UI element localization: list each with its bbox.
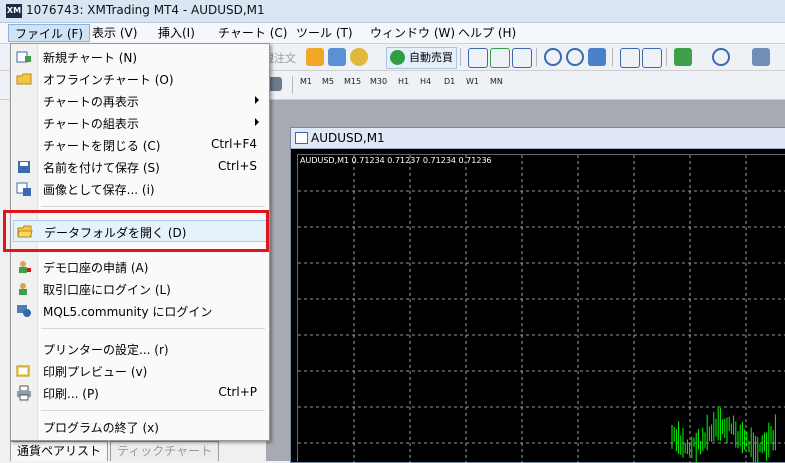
menu-item-open-data-folder[interactable]: データフォルダを開く (D)	[13, 220, 267, 242]
mql5-login-icon	[17, 305, 31, 317]
menu-item-save-image[interactable]: 画像として保存... (i)	[13, 178, 267, 200]
menu-insert[interactable]: 挿入(I)	[152, 24, 201, 42]
chart-window[interactable]: AUDUSD,M1 AUDUSD,M1 0.71234 0.71237 0.71…	[290, 127, 785, 463]
timeframe-m5[interactable]: M5	[322, 77, 334, 86]
login-account-icon	[19, 283, 27, 295]
menu-separator	[41, 250, 265, 251]
auto-scroll-icon[interactable]	[620, 48, 640, 68]
submenu-arrow-icon	[255, 96, 259, 104]
timeframe-mn[interactable]: MN	[490, 77, 503, 86]
timeframe-h4[interactable]: H4	[420, 77, 431, 86]
menu-separator	[41, 410, 265, 411]
print-icon	[17, 385, 31, 401]
tab-tick-chart[interactable]: ティックチャート	[110, 441, 220, 461]
autotrade-label: 自動売買	[409, 51, 453, 64]
menu-item-mql5-login[interactable]: MQL5.community にログイン	[13, 300, 267, 322]
tab-symbol-list[interactable]: 通貨ペアリスト	[10, 441, 109, 461]
menu-item-close-chart[interactable]: チャートを閉じる (C) Ctrl+F4	[13, 134, 267, 156]
menu-item-new-chart[interactable]: 新規チャート (N)	[13, 46, 267, 68]
menu-item-save-as[interactable]: 名前を付けて保存 (S) Ctrl+S	[13, 156, 267, 178]
open-folder-icon	[17, 225, 33, 238]
save-icon	[18, 161, 30, 173]
menu-item-login-trade-account[interactable]: 取引口座にログイン (L)	[13, 278, 267, 300]
menu-item-offline-chart[interactable]: オフラインチャート (O)	[13, 68, 267, 90]
timeframe-h1[interactable]: H1	[398, 77, 409, 86]
menu-item-print-preview[interactable]: 印刷プレビュー (v)	[13, 360, 267, 382]
chart-shift-icon[interactable]	[642, 48, 662, 68]
demo-account-icon	[19, 261, 31, 273]
toolbar-separator	[666, 48, 667, 66]
new-chart-icon	[16, 51, 31, 63]
toolbar-separator	[612, 48, 613, 66]
app-logo-icon: XM	[6, 4, 22, 18]
timeframe-d1[interactable]: D1	[444, 77, 455, 86]
data-window-icon[interactable]	[328, 48, 346, 66]
chart-window-title: AUDUSD,M1	[311, 131, 385, 145]
zoom-in-icon[interactable]	[544, 48, 562, 66]
menu-item-profiles[interactable]: チャートの組表示	[13, 112, 267, 134]
menu-item-exit[interactable]: プログラムの終了 (x)	[13, 416, 267, 438]
file-menu-dropdown: 新規チャート (N) オフラインチャート (O) チャートの再表示 チャートの組…	[10, 43, 270, 441]
toolbar-separator	[292, 76, 293, 94]
bar-chart-icon[interactable]	[468, 48, 488, 68]
candlestick-icon[interactable]	[490, 48, 510, 68]
tile-windows-icon[interactable]	[588, 48, 606, 66]
print-preview-icon	[16, 365, 30, 377]
chart-window-titlebar[interactable]: AUDUSD,M1	[291, 128, 785, 149]
market-watch-icon[interactable]	[306, 48, 324, 66]
chart-grid	[298, 155, 785, 463]
line-chart-icon[interactable]	[512, 48, 532, 68]
navigator-icon[interactable]	[350, 48, 368, 66]
chart-window-icon	[295, 132, 308, 144]
chart-price-info: AUDUSD,M1 0.71234 0.71237 0.71234 0.7123…	[300, 156, 492, 165]
menu-tools[interactable]: ツール (T)	[290, 24, 359, 42]
offline-chart-icon	[16, 73, 32, 85]
submenu-arrow-icon	[255, 118, 259, 126]
window-title: 1076743: XMTrading MT4 - AUDUSD,M1	[26, 3, 265, 17]
timeframe-m30[interactable]: M30	[370, 77, 387, 86]
menu-item-printer-setup[interactable]: プリンターの設定... (r)	[13, 338, 267, 360]
menu-item-reopen-chart[interactable]: チャートの再表示	[13, 90, 267, 112]
menu-chart[interactable]: チャート (C)	[212, 24, 293, 42]
zoom-out-icon[interactable]	[566, 48, 584, 66]
menu-separator	[41, 328, 265, 329]
toolbar-separator	[460, 48, 461, 66]
timeframe-m15[interactable]: M15	[344, 77, 361, 86]
indicators-icon[interactable]	[674, 48, 692, 66]
autotrade-icon	[390, 50, 405, 65]
draw-tools-icon[interactable]	[268, 77, 282, 91]
menu-separator	[41, 206, 265, 207]
menu-bar: ファイル (F) 表示 (V) 挿入(I) チャート (C) ツール (T) ウ…	[0, 23, 785, 44]
periods-icon[interactable]	[712, 48, 730, 66]
save-image-icon	[16, 182, 31, 196]
timeframe-m1[interactable]: M1	[300, 77, 312, 86]
menu-file[interactable]: ファイル (F)	[8, 24, 91, 42]
menu-window[interactable]: ウィンドウ (W)	[364, 24, 461, 42]
templates-icon[interactable]	[752, 48, 770, 66]
menu-item-demo-account[interactable]: デモ口座の申請 (A)	[13, 256, 267, 278]
toolbar-separator	[536, 48, 537, 66]
autotrade-button[interactable]: 自動売買	[386, 47, 457, 69]
menu-item-print[interactable]: 印刷... (P) Ctrl+P	[13, 382, 267, 404]
menu-help[interactable]: ヘルプ (H)	[452, 24, 522, 42]
timeframe-w1[interactable]: W1	[466, 77, 479, 86]
chart-canvas[interactable]: AUDUSD,M1 0.71234 0.71237 0.71234 0.7123…	[297, 154, 785, 463]
title-bar: XM 1076743: XMTrading MT4 - AUDUSD,M1	[0, 0, 785, 23]
menu-view[interactable]: 表示 (V)	[86, 24, 143, 42]
